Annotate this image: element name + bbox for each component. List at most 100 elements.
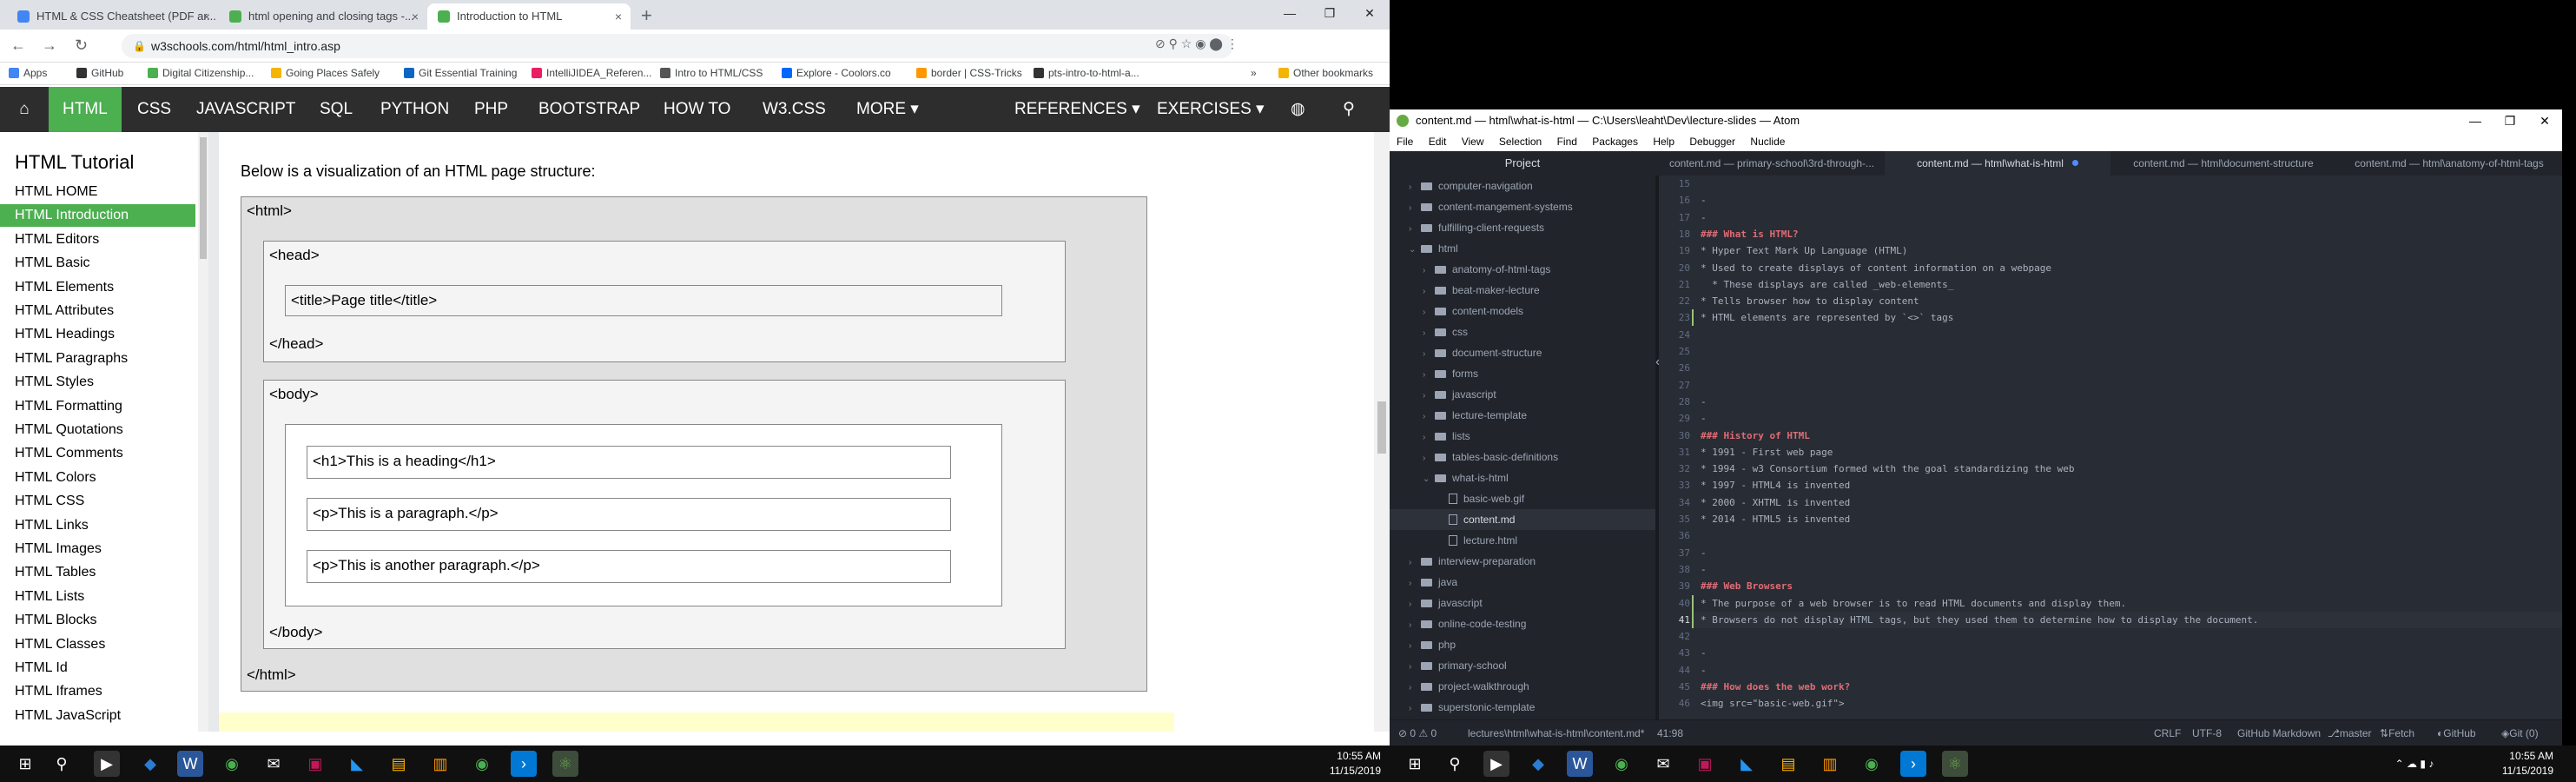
chevron-right-icon[interactable]: › (1409, 699, 1421, 719)
chevron-right-icon[interactable]: › (1423, 407, 1435, 427)
chevron-right-icon[interactable]: › (1423, 323, 1435, 344)
tree-folder[interactable]: › tables-basic-definitions (1423, 447, 1558, 467)
code-line[interactable]: - (1701, 394, 1707, 410)
mail-icon[interactable]: ✉ (261, 751, 287, 777)
git-panel[interactable]: ◈ Git (0) (2501, 720, 2539, 746)
tree-folder[interactable]: › javascript (1423, 384, 1496, 405)
menu-debugger[interactable]: Debugger (1689, 136, 1735, 148)
atom-icon[interactable]: ⚛ (1942, 751, 1968, 777)
scrollbar-thumb[interactable] (1377, 401, 1386, 454)
globe-icon[interactable]: ◍ (1277, 87, 1319, 132)
tree-folder[interactable]: › css (1423, 321, 1468, 342)
sidebar-item-html-id[interactable]: HTML Id (15, 657, 68, 679)
bookmark-intellij[interactable]: IntelliJIDEA_Referen... (532, 67, 651, 79)
chevron-right-icon[interactable]: › (1409, 678, 1421, 699)
code-line[interactable]: - (1701, 192, 1707, 209)
other-bookmarks[interactable]: Other bookmarks (1278, 67, 1373, 79)
sidebar-scrollbar[interactable] (198, 132, 208, 732)
chrome-icon[interactable]: ◉ (469, 751, 495, 777)
code-line[interactable]: - (1701, 645, 1707, 661)
chrome-app-icon[interactable]: ◉ (1608, 751, 1635, 777)
markdown-heading-line[interactable]: ### Web Browsers (1701, 578, 1793, 594)
back-icon[interactable]: ← (10, 36, 26, 55)
close-tab-icon[interactable]: × (412, 3, 419, 30)
chevron-right-icon[interactable]: › (1423, 427, 1435, 448)
chevron-right-icon[interactable]: › (1409, 573, 1421, 594)
file-path[interactable]: lectures\html\what-is-html\content.md* (1468, 720, 1644, 746)
tree-file[interactable]: content.md (1390, 509, 1655, 530)
tree-folder[interactable]: › java (1409, 572, 1457, 593)
maximize-icon[interactable]: ❐ (2493, 109, 2527, 132)
folder-icon[interactable]: ▥ (427, 751, 453, 777)
atom-icon[interactable]: ⚛ (552, 751, 578, 777)
scrollbar-thumb[interactable] (200, 137, 207, 259)
chrome-app-icon[interactable]: ◉ (219, 751, 245, 777)
tree-folder[interactable]: ⌄ html (1409, 238, 1458, 259)
code-line[interactable]: * The purpose of a web browser is to rea… (1701, 595, 2126, 612)
taskbar-clock[interactable]: 10:55 AM 11/15/2019 (2475, 749, 2553, 779)
editor-tab-document-structure[interactable]: content.md — html\document-structure (2110, 151, 2336, 176)
menu-file[interactable]: File (1397, 136, 1413, 148)
grammar[interactable]: GitHub Markdown (2237, 720, 2321, 746)
nav-sql[interactable]: SQL (306, 87, 367, 132)
sidebar-item-html-iframes[interactable]: HTML Iframes (15, 680, 102, 703)
nav-css[interactable]: CSS (123, 87, 185, 132)
bookmark-pts-intro[interactable]: pts-intro-to-html-a... (1034, 67, 1139, 79)
nav-howto[interactable]: HOW TO (650, 87, 744, 132)
sidebar-item-html-lists[interactable]: HTML Lists (15, 586, 84, 608)
nav-python[interactable]: PYTHON (367, 87, 463, 132)
nav-exercises[interactable]: EXERCISES ▾ (1143, 87, 1278, 132)
nav-bootstrap[interactable]: BOOTSTRAP (525, 87, 654, 132)
tree-folder[interactable]: › document-structure (1423, 342, 1542, 363)
menu-packages[interactable]: Packages (1592, 136, 1638, 148)
extension-icons[interactable]: ⊘ ⚲ ☆ ◉ ⬤ ⋮ (1155, 36, 1238, 51)
github-panel[interactable]: ◐ GitHub (2437, 720, 2476, 746)
chevron-right-icon[interactable]: › (1423, 282, 1435, 302)
bookmark-intro-html-css[interactable]: Intro to HTML/CSS (660, 67, 763, 79)
bookmark-git-essential[interactable]: Git Essential Training (404, 67, 517, 79)
tree-folder[interactable]: › project-walkthrough (1409, 676, 1529, 697)
nav-references[interactable]: REFERENCES ▾ (1001, 87, 1154, 132)
tree-folder[interactable]: › anatomy-of-html-tags (1423, 259, 1550, 280)
defender-icon[interactable]: ◆ (137, 751, 163, 777)
chevron-right-icon[interactable]: › (1423, 365, 1435, 386)
line-ending[interactable]: CRLF (2154, 720, 2181, 746)
close-window-icon[interactable]: ✕ (2527, 109, 2562, 132)
tree-folder[interactable]: › fulfilling-client-requests (1409, 217, 1544, 238)
sublime-icon[interactable]: ▤ (1775, 751, 1801, 777)
markdown-heading-line[interactable]: ### History of HTML (1701, 427, 1810, 444)
bookmarks-overflow-button[interactable]: » (1251, 67, 1257, 79)
browser-tab-cheatsheet[interactable]: HTML & CSS Cheatsheet (PDF ar... × (7, 3, 219, 30)
sidebar-item-html-attributes[interactable]: HTML Attributes (15, 300, 114, 322)
sidebar-item-html-comments[interactable]: HTML Comments (15, 442, 123, 465)
nav-w3css[interactable]: W3.CSS (749, 87, 840, 132)
bookmark-css-tricks[interactable]: border | CSS-Tricks (916, 67, 1022, 79)
sidebar-item-html-elements[interactable]: HTML Elements (15, 276, 114, 299)
cursor-position[interactable]: 41:98 (1657, 720, 1683, 746)
chevron-right-icon[interactable]: › (1409, 198, 1421, 219)
project-tab[interactable]: Project (1390, 151, 1655, 176)
bookmark-apps[interactable]: Apps (9, 67, 47, 79)
sidebar-item-html-blocks[interactable]: HTML Blocks (15, 609, 97, 632)
encoding[interactable]: UTF-8 (2192, 720, 2222, 746)
chevron-down-icon[interactable]: ⌄ (1423, 469, 1435, 490)
chevron-right-icon[interactable]: › (1423, 302, 1435, 323)
problem-counts[interactable]: ⊘ 0 ⚠ 0 (1398, 720, 1437, 746)
sidebar-item-html-classes[interactable]: HTML Classes (15, 633, 105, 656)
chevron-right-icon[interactable]: › (1409, 219, 1421, 240)
minimize-icon[interactable]: — (2458, 109, 2493, 132)
sidebar-item-html-tables[interactable]: HTML Tables (15, 561, 96, 584)
code-line[interactable]: - (1701, 662, 1707, 679)
code-line[interactable]: * Used to create displays of content inf… (1701, 260, 2051, 276)
nav-more[interactable]: MORE ▾ (842, 87, 933, 132)
minimize-icon[interactable]: — (1270, 0, 1310, 26)
tree-folder[interactable]: › content-models (1423, 301, 1523, 321)
close-tab-icon[interactable]: × (203, 3, 210, 30)
tray-icons[interactable]: ⌃ ☁ ▮ ♪ (2380, 751, 2449, 777)
menu-selection[interactable]: Selection (1499, 136, 1542, 148)
chevron-right-icon[interactable]: › (1409, 594, 1421, 615)
bookmark-going-places[interactable]: Going Places Safely (271, 67, 380, 79)
terminal-icon[interactable]: ▶ (1483, 751, 1509, 777)
code-line[interactable]: - (1701, 545, 1707, 561)
chevron-right-icon[interactable]: › (1423, 386, 1435, 407)
